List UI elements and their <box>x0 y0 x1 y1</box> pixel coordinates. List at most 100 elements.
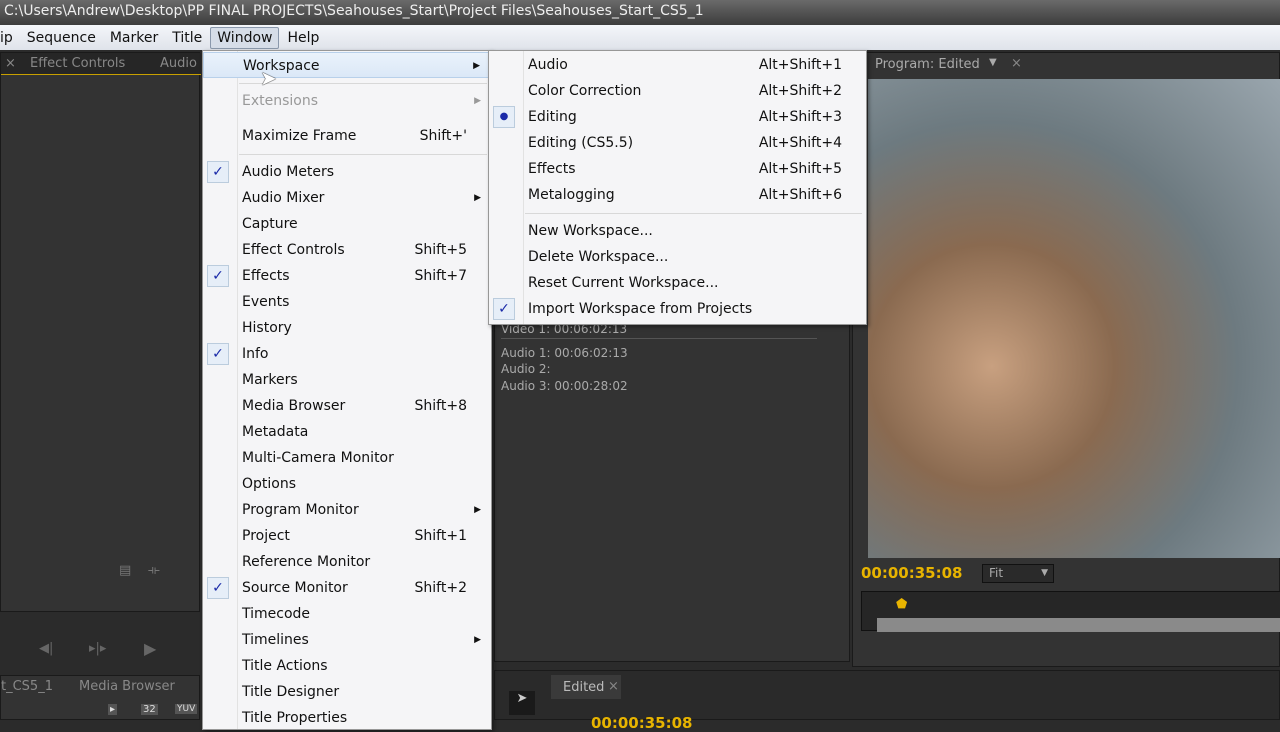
checkmark-icon: ✓ <box>493 298 515 320</box>
menu-item-effect-controls[interactable]: Effect Controls Shift+5 <box>203 237 491 263</box>
panel-menu-icon[interactable]: ▼ <box>989 57 997 68</box>
play-button[interactable]: ▶ <box>144 639 156 658</box>
menu-item-label: Metalogging <box>528 187 615 203</box>
menu-marker[interactable]: Marker <box>104 28 164 48</box>
menu-item-reset-current-workspace[interactable]: Reset Current Workspace... <box>489 270 866 296</box>
menu-item-project[interactable]: Project Shift+1 <box>203 523 491 549</box>
menu-item-label: Markers <box>242 372 298 388</box>
timeline-panel: ➤ Edited × 00:00:35:08 <box>494 670 1280 732</box>
tab-audio[interactable]: Audio <box>160 56 197 71</box>
menu-item-markers[interactable]: Markers <box>203 367 491 393</box>
menu-item-label: Multi-Camera Monitor <box>242 450 394 466</box>
menu-item-title-properties[interactable]: Title Properties <box>203 705 491 731</box>
menu-item-shortcut: Alt+Shift+2 <box>758 83 842 99</box>
menu-item-capture[interactable]: Capture <box>203 211 491 237</box>
close-icon[interactable]: × <box>608 679 619 694</box>
step-back-button[interactable]: ◀| <box>39 641 53 656</box>
menu-item-shortcut: Shift+5 <box>414 242 467 258</box>
menu-item-multi-camera-monitor[interactable]: Multi-Camera Monitor <box>203 445 491 471</box>
menu-item-history[interactable]: History <box>203 315 491 341</box>
play-around-button[interactable]: ▸|▸ <box>89 641 106 656</box>
program-timecode[interactable]: 00:00:35:08 <box>861 564 963 582</box>
program-monitor: Program: Edited ▼ × 00:00:35:08 Fit▼ ⬟ ⬟… <box>852 52 1280 712</box>
audio-waveform-icon[interactable]: ⟛ <box>148 563 160 578</box>
menu-item-label: Metadata <box>242 424 309 440</box>
menu-item-timelines[interactable]: Timelines ▶ <box>203 627 491 653</box>
submenu-arrow-icon: ▶ <box>473 61 480 71</box>
menu-item-import-workspace-from-projects[interactable]: ✓ Import Workspace from Projects <box>489 296 866 322</box>
menu-item-timecode[interactable]: Timecode <box>203 601 491 627</box>
menu-item-info[interactable]: ✓ Info <box>203 341 491 367</box>
menu-item-shortcut: Shift+' <box>419 128 467 144</box>
menu-item-reference-monitor[interactable]: Reference Monitor <box>203 549 491 575</box>
menu-item-label: Timecode <box>242 606 311 622</box>
automate-icon[interactable]: ▸ <box>108 704 118 715</box>
menu-item-editing[interactable]: ● Editing Alt+Shift+3 <box>489 104 866 130</box>
tab-effect-controls[interactable]: Effect Controls <box>30 56 125 71</box>
tab-edited[interactable]: Edited <box>563 680 604 695</box>
menu-item-audio-mixer[interactable]: Audio Mixer ▶ <box>203 185 491 211</box>
menu-item-label: Effects <box>242 268 290 284</box>
menu-item-source-monitor[interactable]: ✓ Source Monitor Shift+2 <box>203 575 491 601</box>
32bit-icon[interactable]: 32 <box>141 704 158 715</box>
menu-item-label: Editing <box>528 109 577 125</box>
menu-item-label: Title Properties <box>242 710 348 726</box>
menu-item-label: Import Workspace from Projects <box>528 301 753 317</box>
menu-item-audio[interactable]: Audio Alt+Shift+1 <box>489 52 866 78</box>
menu-item-metalogging[interactable]: Metalogging Alt+Shift+6 <box>489 182 866 208</box>
menu-item-workspace[interactable]: Workspace ▶ <box>203 52 491 78</box>
menu-item-label: Title Designer <box>242 684 340 700</box>
menu-item-label: Reset Current Workspace... <box>528 275 719 291</box>
chevron-down-icon: ▼ <box>1041 568 1048 578</box>
menu-item-label: Audio Meters <box>242 164 335 180</box>
tab-program[interactable]: Program: Edited <box>875 57 980 72</box>
menu-item-label: Project <box>242 528 290 544</box>
time-ruler[interactable]: ⬟ <box>861 591 1280 632</box>
menu-item-maximize-frame[interactable]: Maximize Frame Shift+' <box>203 123 491 149</box>
menu-item-program-monitor[interactable]: Program Monitor ▶ <box>203 497 491 523</box>
menu-clip[interactable]: ip <box>0 28 19 48</box>
menu-item-extensions[interactable]: Extensions ▶ <box>203 88 491 114</box>
menu-item-title-designer[interactable]: Title Designer <box>203 679 491 705</box>
info-audio3: Audio 3: 00:00:28:02 <box>501 379 628 393</box>
menu-item-color-correction[interactable]: Color Correction Alt+Shift+2 <box>489 78 866 104</box>
menu-item-events[interactable]: Events <box>203 289 491 315</box>
tab-media-browser[interactable]: Media Browser <box>79 679 175 694</box>
menu-item-shortcut: Alt+Shift+4 <box>758 135 842 151</box>
menu-item-shortcut: Shift+1 <box>414 528 467 544</box>
timeline-timecode[interactable]: 00:00:35:08 <box>591 714 693 732</box>
menu-item-audio-meters[interactable]: ✓ Audio Meters <box>203 159 491 185</box>
selection-tool-button[interactable]: ➤ <box>509 691 535 715</box>
menu-help[interactable]: Help <box>281 28 325 48</box>
film-icon[interactable]: ▤ <box>119 563 131 578</box>
menu-item-label: Timelines <box>242 632 309 648</box>
menu-item-shortcut: Shift+2 <box>414 580 467 596</box>
zoom-select[interactable]: Fit ▼ <box>982 564 1054 583</box>
menu-title[interactable]: Title <box>166 28 208 48</box>
menu-item-label: Audio Mixer <box>242 190 325 206</box>
menu-item-label: Source Monitor <box>242 580 348 596</box>
menu-item-effects[interactable]: ✓ Effects Shift+7 <box>203 263 491 289</box>
menu-item-shortcut: Shift+7 <box>414 268 467 284</box>
yuv-icon[interactable]: YUV <box>175 704 198 714</box>
close-icon[interactable]: × <box>5 56 16 71</box>
menu-sequence[interactable]: Sequence <box>21 28 102 48</box>
menu-item-new-workspace[interactable]: New Workspace... <box>489 218 866 244</box>
menu-item-options[interactable]: Options <box>203 471 491 497</box>
menu-item-shortcut: Shift+8 <box>414 398 467 414</box>
tab-project[interactable]: t_CS5_1 <box>1 679 53 694</box>
menu-item-title-actions[interactable]: Title Actions <box>203 653 491 679</box>
menu-item-delete-workspace[interactable]: Delete Workspace... <box>489 244 866 270</box>
menu-item-media-browser[interactable]: Media Browser Shift+8 <box>203 393 491 419</box>
close-icon[interactable]: × <box>1011 56 1022 71</box>
menu-item-label: History <box>242 320 292 336</box>
menu-item-effects[interactable]: Effects Alt+Shift+5 <box>489 156 866 182</box>
menu-item-editing-cs5-5[interactable]: Editing (CS5.5) Alt+Shift+4 <box>489 130 866 156</box>
menu-item-shortcut: Alt+Shift+3 <box>758 109 842 125</box>
playhead-icon[interactable]: ⬟ <box>896 597 907 612</box>
menu-item-metadata[interactable]: Metadata <box>203 419 491 445</box>
menu-item-label: Delete Workspace... <box>528 249 669 265</box>
menu-window[interactable]: Window <box>210 26 280 49</box>
submenu-arrow-icon: ▶ <box>474 505 481 515</box>
submenu-arrow-icon: ▶ <box>474 193 481 203</box>
